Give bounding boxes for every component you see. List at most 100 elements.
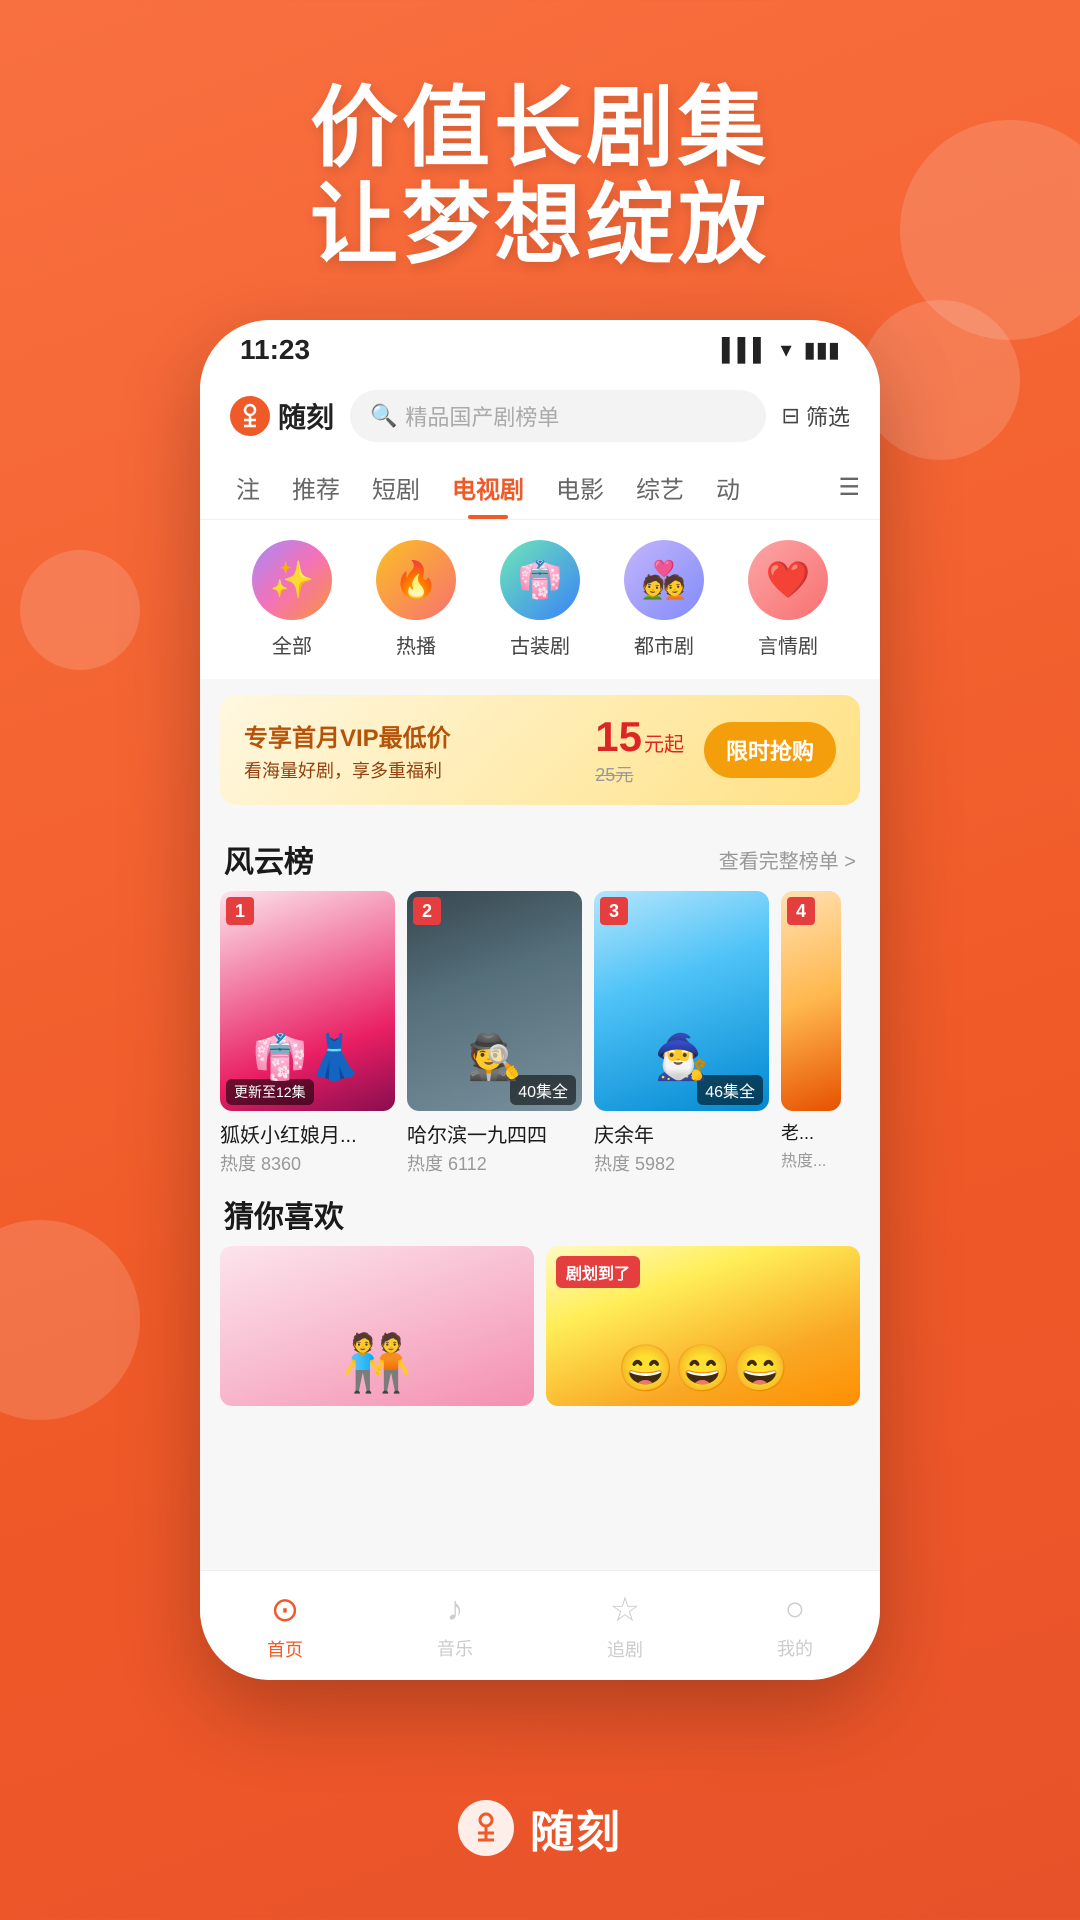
category-romance-icon: ❤️ [748,540,828,620]
brand-name: 随刻 [530,1796,622,1860]
rank-badge-2: 2 [413,897,441,925]
filter-label: 筛选 [806,400,850,432]
category-hot[interactable]: 🔥 热播 [354,540,478,659]
vip-title: 专享首月VIP最低价 [244,718,575,753]
drama-card-1[interactable]: 1 更新至12集 👘👗 狐妖小红娘月... 热度 8360 [220,891,395,1176]
category-all-icon: ✨ [252,540,332,620]
price-unit: 元起 [644,728,684,757]
tab-short-drama[interactable]: 短剧 [356,456,436,519]
bottom-nav-follow[interactable]: ☆ 追剧 [540,1590,710,1662]
logo-text: 随刻 [278,396,334,436]
bottom-nav-home[interactable]: ⊙ 首页 [200,1590,370,1662]
price-number: 15 [595,713,642,761]
youlike-badge-2: 剧划到了 [556,1256,640,1288]
category-city-label: 都市剧 [634,630,694,659]
follow-icon: ☆ [610,1590,640,1630]
bottom-nav: ⊙ 首页 ♪ 音乐 ☆ 追剧 ○ 我的 [200,1570,880,1680]
drama-title-4: 老... [781,1119,841,1145]
drama-thumb-4: 4 [781,891,841,1111]
category-city-icon: 💑 [624,540,704,620]
status-time: 11:23 [240,334,310,366]
drama-cards-row: 1 更新至12集 👘👗 狐妖小红娘月... 热度 8360 2 40集全 🕵️ … [200,891,880,1176]
home-icon: ⊙ [271,1590,300,1630]
filter-icon: ⊟ [782,403,800,429]
bg-decoration-2 [860,300,1020,460]
app-logo: 随刻 [230,396,334,436]
category-city[interactable]: 💑 都市剧 [602,540,726,659]
category-hot-label: 热播 [396,630,436,659]
search-bar[interactable]: 🔍 精品国产剧榜单 [350,390,766,442]
brand-logo-icon [458,1800,514,1856]
hero-line1: 价值长剧集 [0,80,1080,177]
category-hot-icon: 🔥 [376,540,456,620]
drama-card-3[interactable]: 3 46集全 🧙‍♂️ 庆余年 热度 5982 [594,891,769,1176]
music-icon: ♪ [447,1590,464,1629]
drama-card-2[interactable]: 2 40集全 🕵️ 哈尔滨一九四四 热度 6112 [407,891,582,1176]
signal-icon: ▌▌▌ [722,337,769,363]
drama-heat-1: 热度 8360 [220,1150,395,1176]
drama-thumb-3: 3 46集全 🧙‍♂️ [594,891,769,1111]
bg-decoration-3 [0,1220,140,1420]
vip-banner-info: 专享首月VIP最低价 看海量好剧，享多重福利 [244,718,575,783]
category-romance-label: 言情剧 [758,630,818,659]
youlike-card-1[interactable]: 🧑‍🤝‍🧑 [220,1246,534,1406]
follow-label: 追剧 [607,1636,643,1662]
status-icons: ▌▌▌ ▾ ▮▮▮ [722,337,840,363]
drama-heat-4: 热度... [781,1147,841,1171]
bottom-nav-profile[interactable]: ○ 我的 [710,1590,880,1661]
rank-badge-3: 3 [600,897,628,925]
search-icon: 🔍 [370,403,397,429]
profile-label: 我的 [777,1635,813,1661]
vip-subtitle: 看海量好剧，享多重福利 [244,757,575,783]
app-header: 随刻 🔍 精品国产剧榜单 ⊟ 筛选 [200,380,880,456]
vip-buy-button[interactable]: 限时抢购 [704,722,836,778]
vip-price: 15 元起 25元 [595,713,684,787]
home-label: 首页 [267,1636,303,1662]
price-stack: 15 元起 25元 [595,713,684,787]
bottom-brand: 随刻 [0,1796,1080,1860]
rank-badge-4: 4 [787,897,815,925]
tab-more[interactable]: ☰ [838,473,860,502]
tab-register[interactable]: 注 [220,456,276,519]
tab-tv-drama[interactable]: 电视剧 [436,456,540,519]
youlike-card-2[interactable]: 剧划到了 😄😄😄 [546,1246,860,1406]
filter-button[interactable]: ⊟ 筛选 [782,400,850,432]
category-ancient-label: 古装剧 [510,630,570,659]
hero-section: 价值长剧集 让梦想绽放 [0,80,1080,274]
tab-recommend[interactable]: 推荐 [276,456,356,519]
youlike-row: 🧑‍🤝‍🧑 剧划到了 😄😄😄 [200,1246,880,1406]
wifi-icon: ▾ [781,337,792,363]
drama-heat-2: 热度 6112 [407,1150,582,1176]
profile-icon: ○ [785,1590,806,1629]
drama-title-1: 狐妖小红娘月... [220,1119,395,1148]
phone-mockup: 11:23 ▌▌▌ ▾ ▮▮▮ 随刻 🔍 [200,320,880,1680]
nav-tabs: 注 推荐 短剧 电视剧 电影 综艺 动 ☰ [200,456,880,520]
fengyun-section-header: 风云榜 查看完整榜单 > [200,821,880,891]
category-ancient-icon: 👘 [500,540,580,620]
bg-decoration-4 [20,550,140,670]
category-ancient[interactable]: 👘 古装剧 [478,540,602,659]
battery-icon: ▮▮▮ [804,337,840,363]
drama-card-4[interactable]: 4 老... 热度... [781,891,841,1176]
price-original: 25元 [595,761,633,787]
tab-variety[interactable]: 综艺 [620,456,700,519]
drama-thumb-2: 2 40集全 🕵️ [407,891,582,1111]
drama-title-3: 庆余年 [594,1119,769,1148]
category-all[interactable]: ✨ 全部 [230,540,354,659]
tab-movie[interactable]: 电影 [540,456,620,519]
tab-animation[interactable]: 动 [700,456,756,519]
hero-line2: 让梦想绽放 [0,177,1080,274]
category-all-label: 全部 [272,630,312,659]
drama-heat-3: 热度 5982 [594,1150,769,1176]
category-row: ✨ 全部 🔥 热播 👘 古装剧 💑 都市剧 ❤️ 言情剧 [200,520,880,679]
category-romance[interactable]: ❤️ 言情剧 [726,540,850,659]
fengyun-more[interactable]: 查看完整榜单 > [719,845,856,874]
youlike-section-header: 猜你喜欢 [200,1176,880,1246]
status-bar: 11:23 ▌▌▌ ▾ ▮▮▮ [200,320,880,380]
fengyun-title: 风云榜 [224,837,314,881]
bottom-nav-music[interactable]: ♪ 音乐 [370,1590,540,1661]
app-logo-icon [230,396,270,436]
drama-title-2: 哈尔滨一九四四 [407,1119,582,1148]
vip-banner[interactable]: 专享首月VIP最低价 看海量好剧，享多重福利 15 元起 25元 限时抢购 [220,695,860,805]
music-label: 音乐 [437,1635,473,1661]
